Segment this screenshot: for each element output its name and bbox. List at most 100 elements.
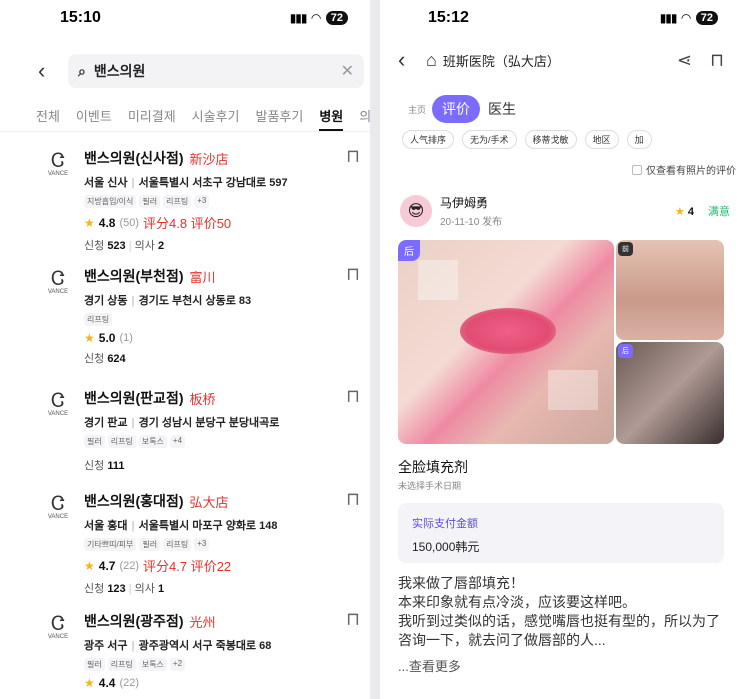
- status-bar: 15:12 ▮▮▮ ◠ 72: [380, 0, 740, 36]
- payment-label: 实际支付金额: [412, 518, 478, 530]
- clinic-region: 경기 판교: [84, 417, 128, 429]
- bookmark-icon[interactable]: ⊓: [346, 264, 360, 285]
- star-icon: ★: [84, 676, 95, 690]
- search-query: 밴스의원: [93, 63, 146, 79]
- clinic-region: 서울 홍대: [84, 520, 128, 532]
- clear-icon[interactable]: ✕: [341, 61, 354, 81]
- review-text: 我来做了唇部填充！ 本来印象就有点冷淡，应该要这样吧。 我听到过类似的话，感觉嘴…: [398, 575, 720, 648]
- tab-hospitals[interactable]: 병원: [319, 100, 344, 131]
- list-item[interactable]: Ꮳ VANCE 밴스의원(신사점) 新沙店 서울 신사 | 서울특별시 서초구 강남대로…: [40, 146, 370, 253]
- share-icon[interactable]: ⋖: [677, 50, 692, 71]
- filter-chips: 人气排序 无为/手术 移蒂戈敏 地区 加: [380, 130, 740, 149]
- star-icon: ★: [84, 215, 95, 230]
- right-screen: 15:12 ▮▮▮ ◠ 72 ‹ ⌂ 班斯医院（弘大店） ⋖ ⊓ 主页 评价 医…: [380, 0, 740, 699]
- photo-only-toggle[interactable]: 仅查看有照片的评价: [632, 162, 736, 177]
- clinic-cn-note: 板桥: [189, 391, 216, 407]
- clinic-rating: ★ 5.0 (1): [84, 331, 133, 345]
- before-tag: 前: [618, 242, 633, 256]
- category-tabs: 전체 이벤트 미리결제 시술후기 발품후기 병원 의사: [0, 100, 370, 132]
- list-item[interactable]: Ꮳ VANCE 밴스의원(판교점) 板桥 경기 판교 | 경기 성남시 분당구 분당내곡…: [40, 386, 370, 473]
- status-bar: 15:10 ▮▮▮ ◠ 72: [0, 0, 370, 36]
- star-icon: ★: [84, 558, 95, 573]
- satisfaction-label: 满意: [708, 206, 730, 218]
- bookmark-icon[interactable]: ⊓: [346, 609, 360, 630]
- search-icon: ⌕: [78, 62, 86, 79]
- reviewer-name: 马伊姆勇: [440, 196, 489, 210]
- checkbox-icon[interactable]: [632, 164, 642, 175]
- star-icon: ★: [84, 331, 95, 345]
- procedure-name: 全脸填充剂: [398, 459, 468, 475]
- clinic-tags: 필러 리프팅 보톡스 +2: [84, 658, 370, 671]
- clinic-address: 서울특별시 서초구 강남대로 597: [138, 177, 288, 189]
- clinic-name: 밴스의원(부천점): [84, 268, 184, 284]
- clinic-name: 밴스의원(신사점): [84, 150, 184, 166]
- home-icon[interactable]: ⌂: [426, 50, 437, 71]
- clinic-address: 서울특별시 마포구 양화로 148: [138, 520, 278, 532]
- review-score: 4: [687, 205, 694, 218]
- clinic-name: 밴스의원(광주점): [84, 613, 184, 629]
- wifi-icon: ◠: [311, 11, 321, 25]
- after-tag: 后: [618, 344, 633, 358]
- filter-region[interactable]: 地区: [584, 130, 619, 149]
- tab-home[interactable]: 主页: [408, 103, 426, 116]
- tab-all[interactable]: 전체: [36, 100, 60, 131]
- tab-prepay[interactable]: 미리결제: [128, 100, 176, 131]
- tab-reviews[interactable]: 시술후기: [192, 100, 240, 131]
- star-icon: ★: [674, 205, 685, 218]
- review-photos[interactable]: 后 前 后: [398, 240, 724, 444]
- tab-doctors[interactable]: 医生: [488, 99, 516, 119]
- clinic-region: 서울 신사: [84, 177, 128, 189]
- clinic-tags: 기타쁘띠/피부 필러 리프팅 +3: [84, 538, 370, 551]
- list-item[interactable]: Ꮳ VANCE 밴스의원(부천점) 富川 경기 상동 | 경기도 부천시 상동로 83 …: [40, 264, 370, 366]
- after-photo-2[interactable]: 后: [616, 342, 724, 444]
- filter-procedure[interactable]: 移蒂戈敏: [524, 130, 577, 149]
- avatar[interactable]: 😎: [400, 195, 432, 227]
- clinic-rating: ★ 4.7 (22) 评分4.7 评价22: [84, 558, 232, 575]
- page-title: 班斯医院（弘大店）: [442, 53, 560, 69]
- panel-divider: [370, 0, 380, 699]
- bookmark-icon[interactable]: ⊓: [346, 489, 360, 510]
- clinic-tags: 필러 리프팅 보톡스 +4: [84, 435, 370, 448]
- signal-icon: ▮▮▮: [659, 11, 678, 25]
- clinic-cn-note: 光州: [189, 614, 216, 630]
- back-icon[interactable]: ‹: [398, 47, 418, 73]
- clinic-stats: 신청 523 | 의사 2: [84, 240, 165, 252]
- after-photo[interactable]: 后: [398, 240, 614, 444]
- bookmark-icon[interactable]: ⊓: [710, 50, 724, 71]
- clinic-logo: Ꮳ VANCE: [47, 493, 69, 520]
- filter-surgery[interactable]: 无为/手术: [462, 130, 517, 149]
- clinic-logo: Ꮳ VANCE: [47, 150, 69, 177]
- after-tag: 后: [398, 240, 420, 261]
- list-item[interactable]: Ꮳ VANCE 밴스의원(홍대점) 弘大店 서울 홍대 | 서울특별시 마포구 양화로 …: [40, 489, 370, 596]
- filter-more[interactable]: 加: [626, 130, 652, 149]
- clinic-rating: ★ 4.4 (22): [84, 676, 140, 690]
- signal-icon: ▮▮▮: [289, 11, 308, 25]
- tab-reviews[interactable]: 评价: [432, 95, 481, 123]
- status-time: 15:12: [428, 9, 469, 26]
- list-item[interactable]: Ꮳ VANCE 밴스의원(광주점) 光州 광주 서구 | 광주광역시 서구 죽봉대로 6…: [40, 609, 370, 690]
- before-photo[interactable]: 前: [616, 240, 724, 340]
- search-row: ‹ ⌕ 밴스의원 ✕: [0, 36, 370, 94]
- clinic-logo: Ꮳ VANCE: [47, 390, 69, 417]
- clinic-cn-note: 富川: [189, 269, 216, 285]
- clinic-tags: 리프팅: [84, 313, 370, 326]
- bookmark-icon[interactable]: ⊓: [346, 386, 360, 407]
- filter-popular[interactable]: 人气排序: [402, 130, 455, 149]
- tab-visit-reviews[interactable]: 발품후기: [256, 100, 304, 131]
- tab-doctors[interactable]: 의사: [359, 100, 370, 131]
- see-more-link[interactable]: ...查看更多: [398, 656, 461, 675]
- clinic-name: 밴스의원(판교점): [84, 390, 184, 406]
- tab-events[interactable]: 이벤트: [76, 100, 112, 131]
- left-screen: 15:10 ▮▮▮ ◠ 72 ‹ ⌕ 밴스의원 ✕ 전체 이벤트 미리결제 시술…: [0, 0, 370, 699]
- back-icon[interactable]: ‹: [38, 58, 58, 84]
- clinic-stats: 신청 123 | 의사 1: [84, 583, 165, 595]
- clinic-cn-note: 弘大店: [189, 494, 229, 510]
- review-header: 😎 马伊姆勇 20-11-10 发布 ★ 4 满意: [400, 194, 730, 228]
- search-input[interactable]: ⌕ 밴스의원 ✕: [68, 54, 364, 88]
- clinic-address: 광주광역시 서구 죽봉대로 68: [138, 640, 272, 652]
- review-date: 20-11-10 发布: [440, 217, 503, 228]
- bookmark-icon[interactable]: ⊓: [346, 146, 360, 167]
- procedure-info: 全脸填充剂 未选择手术日期: [398, 457, 468, 492]
- payment-box: 实际支付金额 150,000韩元: [398, 503, 724, 563]
- clinic-name: 밴스의원(홍대점): [84, 493, 184, 509]
